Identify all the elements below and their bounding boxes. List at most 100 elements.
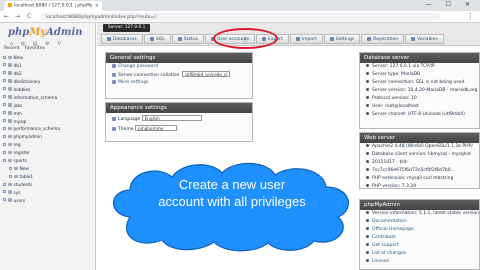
browser-tab[interactable]: localhost:8080 / 127.0.0.1 | phpMy × bbox=[4, 1, 102, 11]
sidebar-db-item[interactable]: jobs bbox=[3, 103, 60, 111]
expand-toggle-icon[interactable] bbox=[3, 55, 6, 59]
sidebar-tab-recent[interactable]: Recent bbox=[4, 46, 20, 51]
info-text: Database client version: libmysql - mysq… bbox=[372, 152, 471, 157]
sidebar-db-item[interactable]: phpmyadmin bbox=[3, 134, 60, 142]
expand-toggle-icon[interactable] bbox=[9, 174, 12, 178]
info-list-item[interactable]: License bbox=[360, 258, 479, 266]
database-icon bbox=[8, 190, 12, 194]
tab-import[interactable]: Import bbox=[289, 34, 323, 44]
sidebar-db-item[interactable]: register bbox=[3, 150, 60, 158]
sidebar-db-item[interactable]: New bbox=[3, 55, 60, 63]
breadcrumb[interactable]: Server: 127.0.0.1 bbox=[103, 24, 151, 32]
expand-toggle-icon[interactable] bbox=[3, 71, 6, 75]
sidebar-db-item[interactable]: dbdictionary bbox=[3, 79, 60, 87]
expand-toggle-icon[interactable] bbox=[3, 198, 6, 202]
sidebar-db-item[interactable]: reg bbox=[3, 142, 60, 150]
callout-text: Create a new user account with all privi… bbox=[122, 176, 342, 210]
tab-databases[interactable]: Databases bbox=[101, 34, 143, 44]
sidebar-db-item[interactable]: mysql bbox=[3, 119, 60, 127]
bullet-icon bbox=[366, 103, 369, 107]
sidebar-db-item[interactable]: New bbox=[3, 166, 60, 174]
database-icon bbox=[8, 182, 12, 186]
sidebar-db-item[interactable]: users bbox=[3, 198, 60, 206]
tab-sql[interactable]: SQL bbox=[143, 34, 171, 44]
info-text: User: root@localhost bbox=[372, 104, 419, 109]
expand-toggle-icon[interactable] bbox=[3, 103, 6, 107]
sidebar-db-label: New bbox=[19, 167, 29, 173]
forward-arrow-icon[interactable]: → bbox=[15, 13, 20, 20]
expand-toggle-icon[interactable] bbox=[3, 111, 6, 115]
database-icon bbox=[8, 134, 12, 139]
tab-settings[interactable]: Settings bbox=[323, 34, 361, 44]
tab-variables[interactable]: Variables bbox=[405, 34, 444, 44]
tab-icon bbox=[367, 36, 372, 41]
expand-toggle-icon[interactable] bbox=[9, 166, 12, 170]
info-text: Server charset: UTF-8 Unicode (utf8mb4) bbox=[372, 112, 465, 117]
phpmyadmin-logo[interactable]: phpMyAdmin bbox=[8, 27, 83, 38]
change-password-link[interactable]: Change password bbox=[106, 63, 252, 71]
sidebar-db-item[interactable]: db1 bbox=[3, 63, 60, 71]
theme-icon bbox=[112, 126, 116, 131]
expand-toggle-icon[interactable] bbox=[3, 87, 6, 91]
sidebar-db-item[interactable]: performance_schema bbox=[3, 126, 60, 134]
sidebar-db-item[interactable]: students bbox=[3, 182, 60, 190]
more-settings-link[interactable]: More settings bbox=[106, 79, 252, 87]
tab-replication[interactable]: Replication bbox=[361, 34, 405, 44]
window-controls[interactable]: — ☐ ✕ bbox=[426, 1, 476, 8]
sidebar-db-label: students bbox=[13, 183, 33, 188]
info-text: PHP extension: mysqli curl mbstring bbox=[372, 176, 454, 181]
url-input[interactable]: localhost:8080/phpmyadmin/index.php?rout… bbox=[40, 13, 440, 21]
info-list-item[interactable]: Contribute bbox=[360, 234, 479, 242]
info-text: Official Homepage bbox=[372, 227, 414, 232]
info-text: Server: 127.0.0.1 via TCP/IP bbox=[372, 64, 435, 69]
info-text: 7cc7cc96e675f6d72e5cf0f2f6d7b0... bbox=[372, 168, 455, 173]
browser-menu-icon[interactable]: ⋮ bbox=[467, 12, 474, 20]
language-select[interactable]: English bbox=[141, 115, 202, 121]
database-icon bbox=[8, 95, 12, 99]
reload-icon[interactable]: C bbox=[27, 13, 31, 20]
appearance-settings-panel: Appearance settings Language English The… bbox=[105, 102, 253, 142]
wrench-icon bbox=[112, 79, 116, 84]
database-server-list: Server: 127.0.0.1 via TCP/IP Server type:… bbox=[360, 63, 479, 119]
sidebar-db-item[interactable]: mm bbox=[3, 111, 60, 119]
expand-toggle-icon[interactable] bbox=[3, 134, 6, 138]
info-list-item[interactable]: Get support bbox=[360, 242, 479, 250]
collation-select[interactable]: utf8mb4_unicode_ci bbox=[182, 71, 231, 77]
sidebar-db-item[interactable]: information_schema bbox=[3, 95, 60, 103]
sidebar-db-item[interactable]: sys bbox=[3, 190, 60, 198]
sidebar-tab-favorites[interactable]: Favorites bbox=[25, 46, 45, 51]
sidebar-db-item[interactable]: sports bbox=[3, 158, 60, 166]
sidebar-db-item[interactable]: db2 bbox=[3, 71, 60, 79]
bullet-icon bbox=[366, 210, 369, 214]
info-text: PHP version: 7.3.29 bbox=[372, 184, 416, 189]
expand-toggle-icon[interactable] bbox=[3, 142, 6, 146]
expand-toggle-icon[interactable] bbox=[3, 150, 6, 154]
info-list-item: User: root@localhost bbox=[360, 103, 479, 111]
sidebar-db-item[interactable]: table1 bbox=[3, 174, 60, 182]
theme-select[interactable]: pmahomme bbox=[134, 125, 177, 131]
bullet-icon bbox=[366, 258, 369, 262]
expand-toggle-icon[interactable] bbox=[3, 79, 6, 83]
tab-status[interactable]: Status bbox=[171, 34, 205, 44]
expand-toggle-icon[interactable] bbox=[3, 95, 6, 99]
back-arrow-icon[interactable]: ← bbox=[4, 13, 9, 20]
expand-toggle-icon[interactable] bbox=[3, 63, 6, 67]
info-list-item[interactable]: List of changes bbox=[360, 250, 479, 258]
expand-toggle-icon[interactable] bbox=[3, 182, 6, 186]
phpmyadmin-panel: phpMyAdmin Version information: 5.1.1, l… bbox=[359, 199, 480, 270]
info-list-item[interactable]: Official Homepage bbox=[360, 226, 479, 234]
info-list-item[interactable]: Documentation bbox=[360, 218, 479, 226]
sidebar-db-item[interactable]: hobbies bbox=[3, 87, 60, 95]
database-icon bbox=[8, 71, 12, 75]
close-tab-icon[interactable]: × bbox=[95, 3, 99, 9]
tab-label: Replication bbox=[373, 37, 399, 42]
expand-toggle-icon[interactable] bbox=[3, 190, 6, 194]
sidebar-db-label: information_schema bbox=[13, 95, 58, 101]
info-text: Contribute bbox=[372, 235, 396, 240]
panel-title: General settings bbox=[106, 53, 252, 63]
expand-toggle-icon[interactable] bbox=[3, 158, 6, 162]
sidebar-db-label: hobbies bbox=[13, 87, 31, 93]
expand-toggle-icon[interactable] bbox=[3, 119, 6, 122]
database-icon bbox=[8, 198, 12, 202]
expand-toggle-icon[interactable] bbox=[3, 126, 6, 130]
